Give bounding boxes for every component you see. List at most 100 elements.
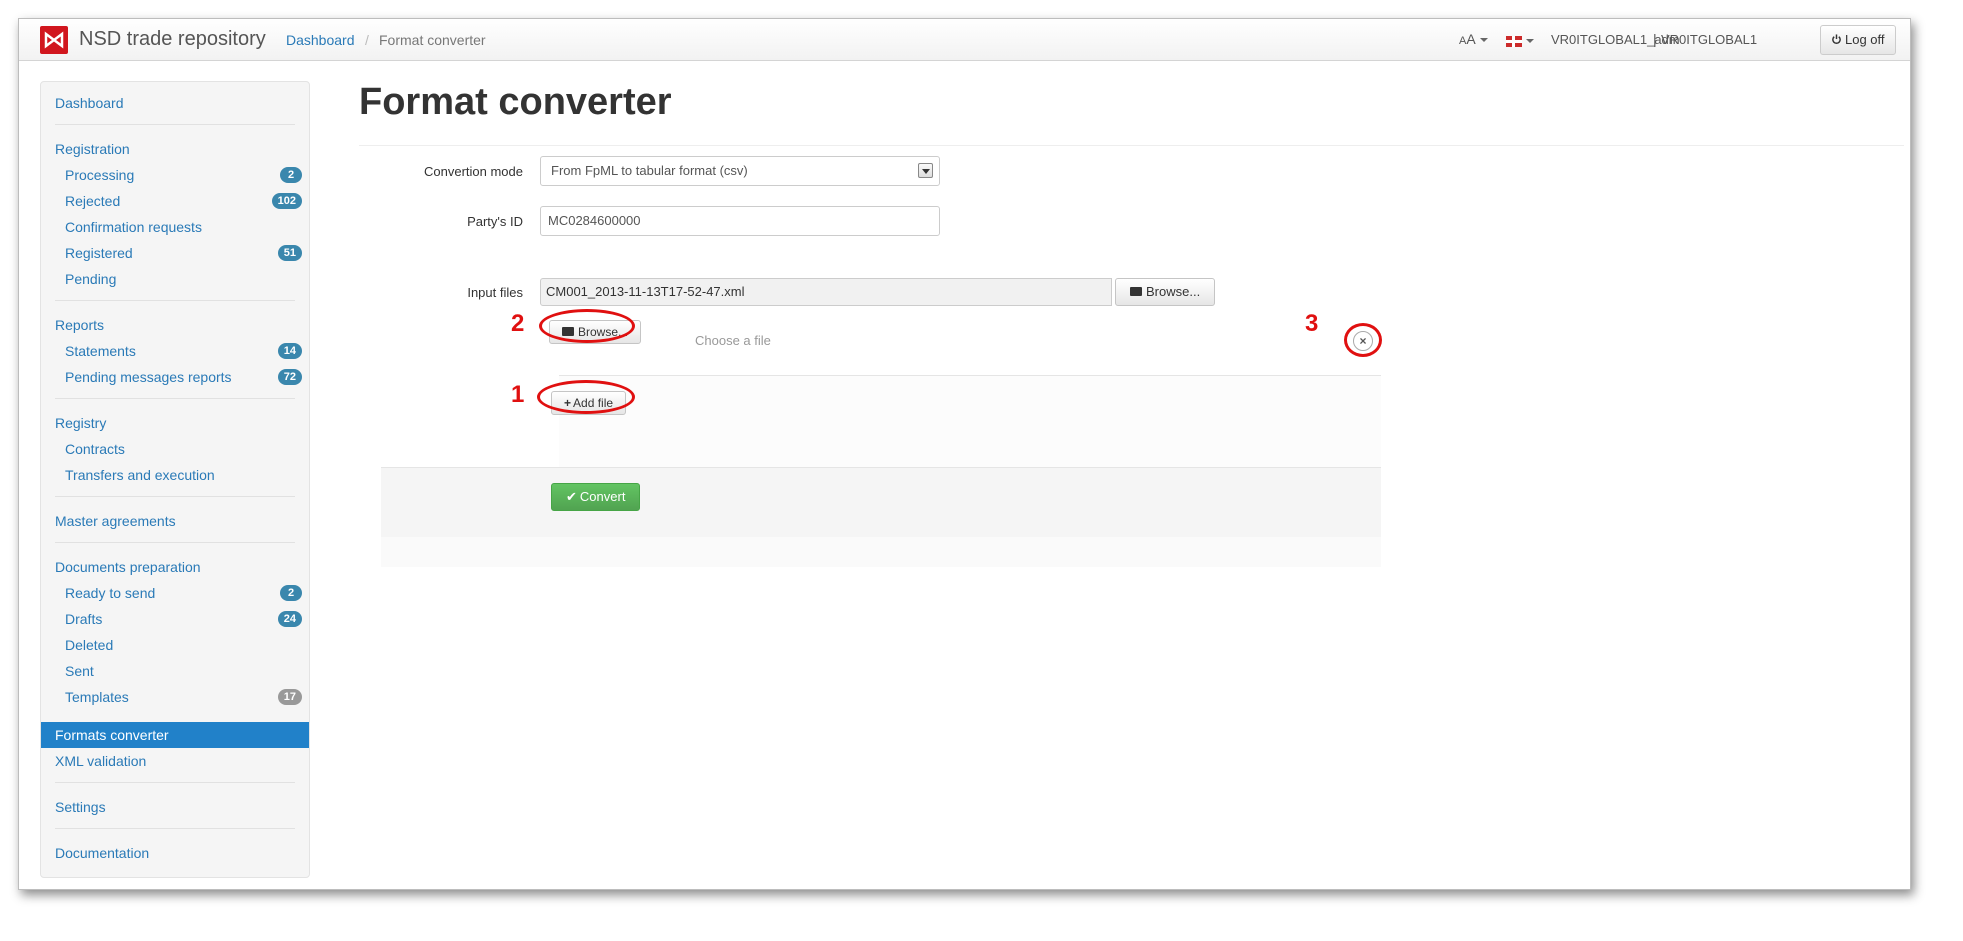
- sidebar-item-ready-to-send[interactable]: Ready to send 2: [41, 582, 309, 604]
- count-badge: 2: [280, 585, 302, 601]
- sidebar-item-reports[interactable]: Reports: [41, 314, 309, 336]
- convert-button[interactable]: ✔ Convert: [551, 483, 641, 511]
- sidebar-item-statements[interactable]: Statements 14: [41, 340, 309, 362]
- sidebar-item-label: Processing: [65, 167, 135, 183]
- title-divider: [359, 145, 1904, 146]
- sidebar-item-xml-validation[interactable]: XML validation: [41, 750, 309, 772]
- sidebar-divider: [55, 496, 295, 497]
- breadcrumb-separator: /: [365, 32, 369, 48]
- sidebar-divider: [55, 300, 295, 301]
- sidebar-divider: [55, 828, 295, 829]
- sidebar-item-label: Pending: [65, 271, 117, 287]
- annotation-ring-2: [539, 309, 635, 343]
- sidebar-item-master-agreements[interactable]: Master agreements: [41, 510, 309, 532]
- sidebar-item-label: Sent: [65, 663, 94, 679]
- sidebar-item-dashboard[interactable]: Dashboard: [41, 92, 309, 114]
- sidebar-item-documentation[interactable]: Documentation: [41, 842, 309, 864]
- sidebar-item-label: Statements: [65, 343, 136, 359]
- sidebar-item-registered[interactable]: Registered 51: [41, 242, 309, 264]
- sidebar-item-registry[interactable]: Registry: [41, 412, 309, 434]
- sidebar-divider: [55, 398, 295, 399]
- sidebar-item-label: Confirmation requests: [65, 219, 202, 235]
- sidebar-item-registration[interactable]: Registration: [41, 138, 309, 160]
- party-id-label: Party's ID: [467, 214, 523, 229]
- browse-label: Browse...: [1146, 284, 1201, 299]
- sidebar-item-rejected[interactable]: Rejected 102: [41, 190, 309, 212]
- font-size-dropdown[interactable]: AA: [1459, 31, 1488, 47]
- sidebar-item-transfers-and-execution[interactable]: Transfers and execution: [41, 464, 309, 486]
- breadcrumb-current: Format converter: [379, 32, 486, 48]
- power-icon: [1832, 34, 1841, 44]
- conversion-mode-label: Convertion mode: [424, 164, 523, 179]
- sidebar-divider: [55, 542, 295, 543]
- annotation-ring-3: [1344, 323, 1382, 357]
- logoff-button[interactable]: Log off: [1820, 25, 1896, 55]
- brand-name[interactable]: NSD trade repository: [79, 28, 266, 51]
- annotation-ring-1: [537, 380, 635, 414]
- sidebar-item-pending[interactable]: Pending: [41, 268, 309, 290]
- sidebar-item-label: Rejected: [65, 193, 121, 209]
- check-icon: ✔: [566, 489, 577, 504]
- sidebar-item-processing[interactable]: Processing 2: [41, 164, 309, 186]
- count-badge: 51: [277, 245, 302, 261]
- logoff-label: Log off: [1845, 32, 1885, 47]
- font-large-glyph: A: [1466, 31, 1476, 47]
- browse-button[interactable]: Browse...: [1115, 278, 1216, 306]
- sidebar-item-label: Ready to send: [65, 585, 156, 601]
- annotation-number-2: 2: [511, 310, 525, 337]
- form-divider: [559, 375, 1381, 376]
- user-organization: VR0ITGLOBAL1: [1661, 32, 1758, 47]
- convert-label: Convert: [579, 489, 626, 504]
- sidebar-item-label: Master agreements: [55, 513, 176, 529]
- conversion-mode-select[interactable]: From FpML to tabular format (csv): [540, 156, 940, 186]
- form-footer-background: [381, 537, 1381, 567]
- count-badge: 17: [277, 689, 302, 705]
- sidebar-divider: [55, 782, 295, 783]
- top-navbar: NSD trade repository Dashboard / Format …: [19, 19, 1910, 61]
- chevron-down-icon: [1526, 39, 1534, 44]
- annotation-number-3: 3: [1305, 310, 1319, 337]
- user-separator: |: [1653, 31, 1657, 47]
- sidebar-item-drafts[interactable]: Drafts 24: [41, 608, 309, 630]
- sidebar-item-label: Documents preparation: [55, 559, 201, 575]
- conversion-mode-value: From FpML to tabular format (csv): [551, 163, 748, 178]
- count-badge: 72: [277, 369, 302, 385]
- form-actions: [381, 467, 1381, 537]
- sidebar-item-pending-messages-reports[interactable]: Pending messages reports 72: [41, 366, 309, 388]
- sidebar-item-label: Transfers and execution: [65, 467, 215, 483]
- annotation-number-1: 1: [511, 381, 525, 408]
- sidebar-item-label: Drafts: [65, 611, 103, 627]
- breadcrumb-dashboard[interactable]: Dashboard: [286, 32, 355, 48]
- form-section-background: [559, 375, 1381, 467]
- sidebar-item-deleted[interactable]: Deleted: [41, 634, 309, 656]
- sidebar-item-label: Registration: [55, 141, 130, 157]
- sidebar-item-label: XML validation: [55, 753, 147, 769]
- count-badge: 102: [271, 193, 302, 209]
- page-title: Format converter: [359, 81, 672, 123]
- count-badge: 14: [277, 343, 302, 359]
- sidebar-item-label: Contracts: [65, 441, 125, 457]
- file-name-field[interactable]: CM001_2013-11-13T17-52-47.xml: [540, 278, 1112, 306]
- nsd-logo[interactable]: [40, 26, 68, 54]
- language-dropdown[interactable]: [1506, 32, 1534, 48]
- sidebar-item-label: Registry: [55, 415, 107, 431]
- sidebar-item-formats-converter[interactable]: Formats converter: [41, 722, 309, 748]
- uk-flag-icon: [1506, 35, 1522, 47]
- sidebar-item-templates[interactable]: Templates 17: [41, 686, 309, 708]
- count-badge: 24: [277, 611, 302, 627]
- sidebar-item-settings[interactable]: Settings: [41, 796, 309, 818]
- sidebar-item-label: Settings: [55, 799, 106, 815]
- sidebar-item-label: Deleted: [65, 637, 114, 653]
- sidebar-item-documents-preparation[interactable]: Documents preparation: [41, 556, 309, 578]
- sidebar-item-confirmation-requests[interactable]: Confirmation requests: [41, 216, 309, 238]
- input-files-label: Input files: [467, 285, 523, 300]
- sidebar-item-sent[interactable]: Sent: [41, 660, 309, 682]
- count-badge: 2: [280, 167, 302, 183]
- sidebar-item-label: Documentation: [55, 845, 150, 861]
- sidebar-item-contracts[interactable]: Contracts: [41, 438, 309, 460]
- sidebar: Dashboard Registration Processing 2 Rejec…: [40, 81, 310, 878]
- sidebar-divider: [55, 124, 295, 125]
- sidebar-item-label: Dashboard: [55, 95, 124, 111]
- choose-file-placeholder: Choose a file: [695, 333, 771, 348]
- party-id-input[interactable]: MC0284600000: [540, 206, 940, 236]
